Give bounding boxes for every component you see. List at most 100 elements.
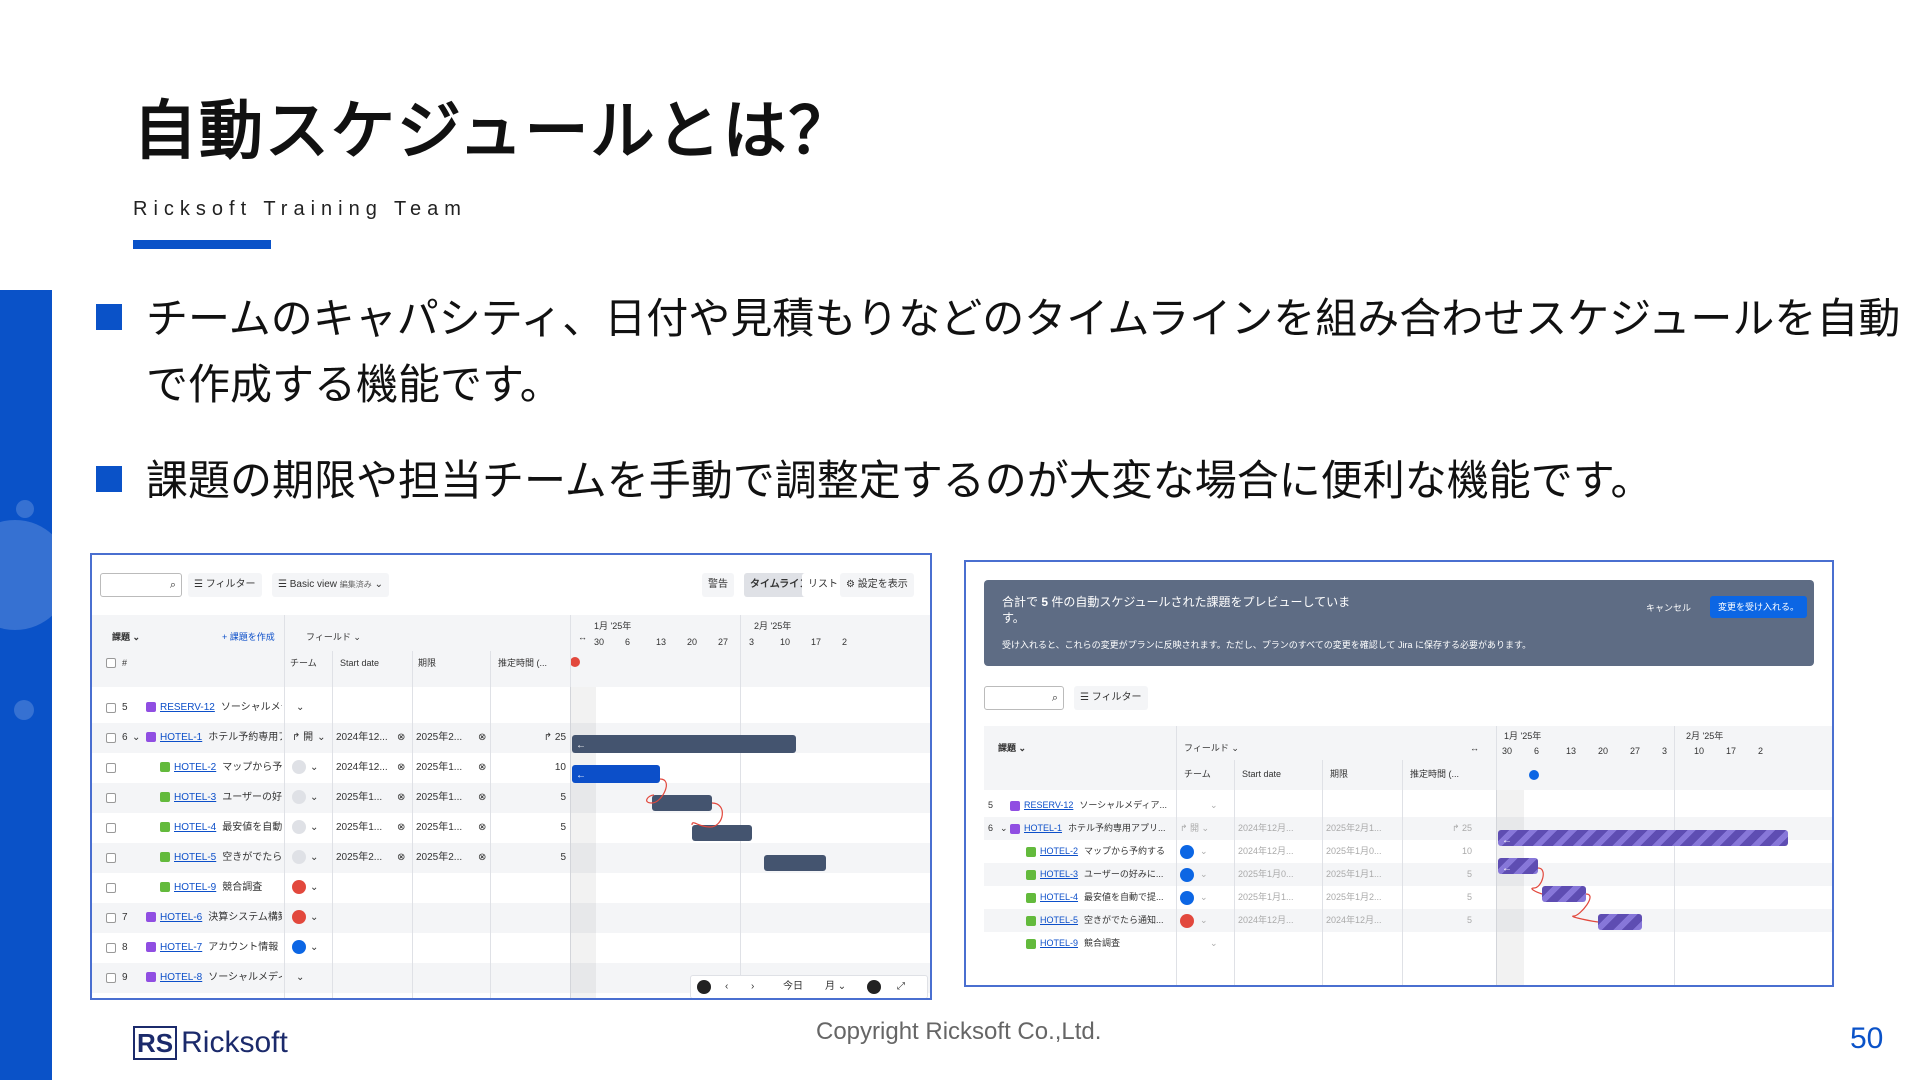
issue-key[interactable]: HOTEL-2 xyxy=(1040,846,1078,856)
issue-key[interactable]: HOTEL-7 xyxy=(160,942,202,953)
clear-icon[interactable]: ⊗ xyxy=(478,753,486,783)
fields-dropdown[interactable]: フィールド ⌄ xyxy=(306,627,361,647)
table-row[interactable]: 6HOTEL-1ホテル予約専用ア...⌄↱ 開⌄2024年12...2025年2… xyxy=(92,723,930,753)
info-icon[interactable] xyxy=(867,980,881,994)
row-checkbox[interactable] xyxy=(106,823,116,833)
row-checkbox[interactable] xyxy=(106,853,116,863)
issue-key[interactable]: HOTEL-3 xyxy=(1040,869,1078,879)
table-row[interactable]: HOTEL-2マップから予...⌄2024年12...2025年1...⊗⊗10 xyxy=(92,753,930,783)
issue-summary[interactable]: HOTEL-1 ホテル予約専用ア... xyxy=(146,723,282,753)
clear-icon[interactable]: ⊗ xyxy=(397,843,405,873)
team-cell[interactable]: ⌄ xyxy=(292,873,330,903)
filter-button[interactable]: ☰ フィルター xyxy=(1074,686,1148,710)
issue-summary[interactable]: HOTEL-4 最安値を自動... xyxy=(160,813,282,843)
tab-list[interactable]: リスト xyxy=(802,573,844,597)
estimate-cell[interactable]: 5 xyxy=(1406,863,1472,886)
team-cell[interactable]: ⌄ xyxy=(292,813,330,843)
row-checkbox[interactable] xyxy=(106,793,116,803)
issue-summary[interactable]: HOTEL-4 最安値を自動で提... xyxy=(1026,886,1174,909)
clear-icon[interactable]: ⊗ xyxy=(397,753,405,783)
row-checkbox[interactable] xyxy=(106,973,116,983)
table-row[interactable]: 7 HOTEL-6 決算システム構築 ⌄ xyxy=(92,903,930,933)
table-row[interactable]: HOTEL-9 競合調査 ⌄ xyxy=(92,873,930,903)
issue-summary[interactable]: HOTEL-7 アカウント情報 xyxy=(146,933,282,963)
expand-chevron-icon[interactable]: ⌄ xyxy=(132,723,140,753)
today-button[interactable]: 今日 xyxy=(783,976,803,998)
issue-key[interactable]: HOTEL-5 xyxy=(1040,915,1078,925)
show-settings-button[interactable]: ⚙ 設定を表示 xyxy=(840,573,914,597)
issue-summary[interactable]: HOTEL-5 空きがでたら通知... xyxy=(1026,909,1174,932)
issue-key[interactable]: HOTEL-1 xyxy=(1024,823,1062,833)
start-date-header[interactable]: Start date xyxy=(1242,764,1281,784)
clear-icon[interactable]: ⊗ xyxy=(478,813,486,843)
estimate-header[interactable]: 推定時間 (... xyxy=(1410,764,1459,784)
due-date-cell[interactable]: 2025年1月0... xyxy=(1326,840,1402,863)
due-date-header[interactable]: 期限 xyxy=(418,653,436,673)
start-date-cell[interactable]: 2024年12月... xyxy=(1238,840,1314,863)
due-date-cell[interactable]: 2025年1... xyxy=(416,783,476,813)
team-cell[interactable]: ⌄ xyxy=(1180,794,1230,817)
view-select[interactable]: ☰ Basic view 編集済み ⌄ xyxy=(272,573,389,597)
warning-button[interactable]: 警告 xyxy=(702,573,734,597)
team-cell[interactable]: ↱ 開 ⌄ xyxy=(292,723,330,753)
row-checkbox[interactable] xyxy=(106,733,116,743)
start-date-cell[interactable]: 2025年1... xyxy=(336,813,396,843)
due-date-cell[interactable]: 2025年1... xyxy=(416,753,476,783)
estimate-header[interactable]: 推定時間 (... xyxy=(498,653,547,673)
due-date-cell[interactable]: 2025年2... xyxy=(416,723,476,753)
gantt-bar-hotel-1[interactable]: ← xyxy=(1498,830,1788,846)
due-date-cell[interactable]: 2025年2月1... xyxy=(1326,817,1402,840)
team-cell[interactable]: ⌄ xyxy=(292,783,330,813)
clear-icon[interactable]: ⊗ xyxy=(478,843,486,873)
clear-icon[interactable]: ⊗ xyxy=(478,723,486,753)
issue-key[interactable]: HOTEL-3 xyxy=(174,792,216,803)
issue-key[interactable]: HOTEL-1 xyxy=(160,732,202,743)
clear-icon[interactable]: ⊗ xyxy=(397,723,405,753)
estimate-cell[interactable]: 5 xyxy=(510,843,566,873)
due-date-cell[interactable]: 2025年1... xyxy=(416,813,476,843)
scale-select[interactable]: 月 ⌄ xyxy=(825,976,846,998)
row-checkbox[interactable] xyxy=(106,763,116,773)
estimate-cell[interactable]: 5 xyxy=(1406,909,1472,932)
row-checkbox[interactable] xyxy=(106,943,116,953)
row-checkbox[interactable] xyxy=(106,913,116,923)
team-cell[interactable]: ⌄ xyxy=(292,843,330,873)
collapse-icon[interactable]: ↔ xyxy=(1470,738,1479,758)
table-row[interactable]: HOTEL-3 ユーザーの好みに... ⌄ 2025年1月0... 2025年1月1..… xyxy=(984,863,1832,886)
table-row[interactable]: 5 RESERV-12 ソーシャルメディア... ⌄ xyxy=(984,794,1832,817)
issue-key[interactable]: RESERV-12 xyxy=(160,702,215,713)
issue-column-header[interactable]: 課題 ⌄ xyxy=(112,627,140,647)
next-icon[interactable]: › xyxy=(751,976,754,998)
search-input[interactable]: ⌕ xyxy=(984,686,1064,710)
table-row[interactable]: HOTEL-5 空きがでたら通知... ⌄ 2024年12月... 2024年12月..… xyxy=(984,909,1832,932)
issue-key[interactable]: HOTEL-4 xyxy=(174,822,216,833)
issue-key[interactable]: HOTEL-2 xyxy=(174,762,216,773)
table-row[interactable]: HOTEL-9 競合調査 ⌄ xyxy=(984,932,1832,955)
accept-changes-button[interactable]: 変更を受け入れる。 xyxy=(1710,596,1808,618)
nav-icon[interactable] xyxy=(697,980,711,994)
start-date-cell[interactable]: 2025年2... xyxy=(336,843,396,873)
issue-summary[interactable]: HOTEL-2 マップから予約する xyxy=(1026,840,1174,863)
issue-column-header[interactable]: 課題 ⌄ xyxy=(998,738,1026,758)
estimate-cell[interactable]: 5 xyxy=(510,813,566,843)
cancel-button[interactable]: キャンセル xyxy=(1640,598,1697,618)
team-cell[interactable]: ⌄ xyxy=(1180,840,1230,863)
clear-icon[interactable]: ⊗ xyxy=(478,783,486,813)
start-date-cell[interactable]: 2024年12月... xyxy=(1238,909,1314,932)
issue-summary[interactable]: HOTEL-8 ソーシャルメディ... xyxy=(146,963,282,993)
issue-summary[interactable]: RESERV-12 ソーシャルメディア... xyxy=(1010,794,1174,817)
team-cell[interactable]: ↱ 開 ⌄ xyxy=(1180,817,1230,840)
estimate-cell[interactable]: ↱ 25 xyxy=(1406,817,1472,840)
issue-summary[interactable]: HOTEL-9 競合調査 xyxy=(160,873,282,903)
select-all-checkbox[interactable] xyxy=(106,658,116,668)
row-checkbox[interactable] xyxy=(106,883,116,893)
start-date-cell[interactable]: 2024年12... xyxy=(336,723,396,753)
issue-key[interactable]: HOTEL-4 xyxy=(1040,892,1078,902)
issue-key[interactable]: HOTEL-9 xyxy=(174,882,216,893)
estimate-cell[interactable]: 10 xyxy=(510,753,566,783)
gantt-bar-hotel-1[interactable]: ← xyxy=(572,735,796,753)
issue-key[interactable]: HOTEL-5 xyxy=(174,852,216,863)
issue-summary[interactable]: HOTEL-9 競合調査 xyxy=(1026,932,1174,955)
issue-summary[interactable]: HOTEL-3 ユーザーの好... xyxy=(160,783,282,813)
team-cell[interactable]: ⌄ xyxy=(1180,886,1230,909)
